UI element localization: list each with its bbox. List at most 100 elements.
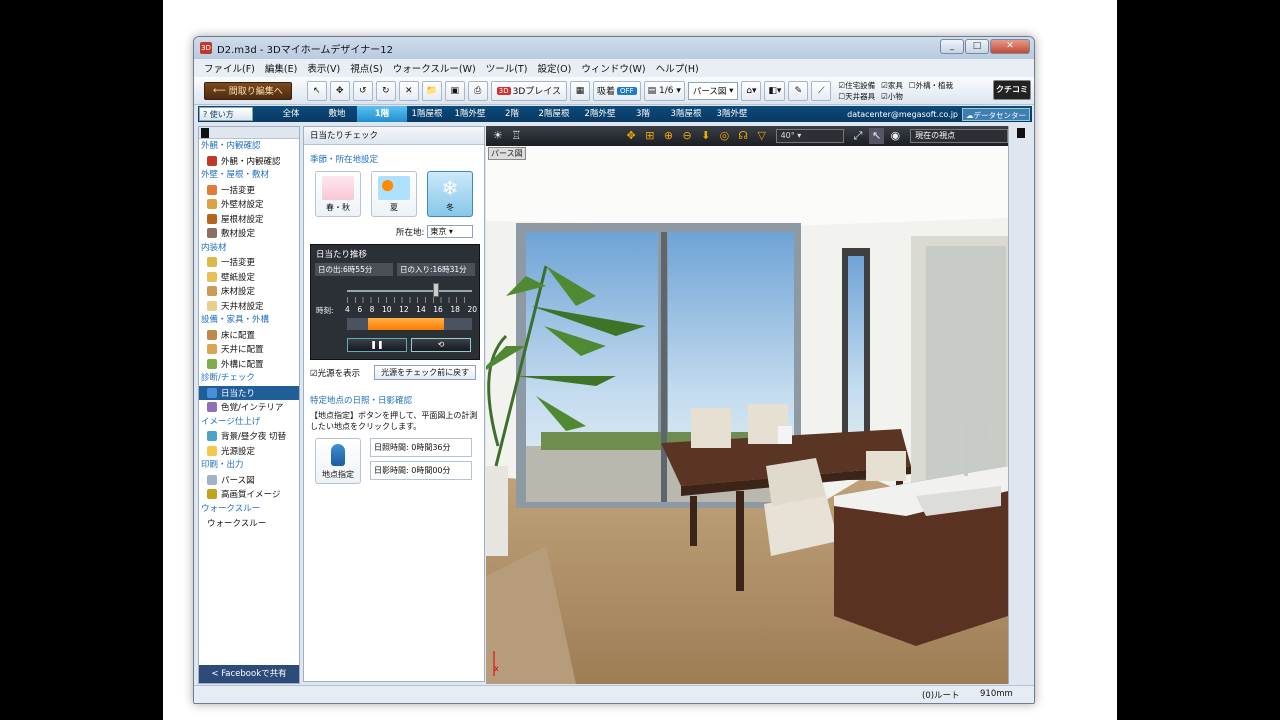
sidebar-item-interior-bulk[interactable]: 一括変更 bbox=[199, 255, 299, 270]
season-spring-autumn-button[interactable]: 春・秋 bbox=[315, 171, 361, 217]
view-mode-select[interactable]: パース図 ▾ bbox=[687, 81, 739, 100]
sidebar-item-hq-image[interactable]: 高画質イメージ bbox=[199, 487, 299, 502]
house-view-icon[interactable]: ⌂▾ bbox=[741, 80, 762, 101]
time-slider-handle[interactable] bbox=[433, 283, 439, 297]
menu-view[interactable]: 表示(V) bbox=[307, 61, 340, 75]
spotlight-icon[interactable]: ♖ bbox=[509, 128, 525, 144]
redo-icon[interactable]: ↻ bbox=[375, 80, 396, 101]
camera-view-icon[interactable]: ◧▾ bbox=[764, 80, 786, 101]
title-bar[interactable]: 3D D2.m3d - 3Dマイホームデザイナー12 _ □ ✕ bbox=[194, 37, 1034, 59]
walk-icon[interactable]: ⬇ bbox=[698, 128, 714, 144]
light-icon[interactable]: ☀ bbox=[490, 128, 506, 144]
datacenter-button[interactable]: ☁データセンター bbox=[962, 107, 1030, 121]
sidebar-item-floor-material[interactable]: 床材設定 bbox=[199, 284, 299, 299]
menu-tools[interactable]: ツール(T) bbox=[486, 61, 528, 75]
tab-1f-wall[interactable]: 1階外壁 bbox=[447, 106, 493, 122]
check-equipment[interactable]: ☑住宅設備 bbox=[838, 80, 875, 91]
tab-1f[interactable]: 1階 bbox=[357, 106, 407, 122]
facebook-share-button[interactable]: < Facebookで共有 bbox=[199, 665, 299, 683]
check-small-items[interactable]: ☑小物 bbox=[881, 91, 903, 102]
sidebar-item-roof-material[interactable]: 屋根材設定 bbox=[199, 212, 299, 227]
menu-viewpoint[interactable]: 視点(S) bbox=[350, 61, 382, 75]
sidebar-item-wallpaper[interactable]: 壁紙設定 bbox=[199, 270, 299, 285]
sidebar-item-ground-material[interactable]: 敷材設定 bbox=[199, 226, 299, 241]
check-ceiling[interactable]: ☐天井器具 bbox=[838, 91, 875, 102]
menu-file[interactable]: ファイル(F) bbox=[204, 61, 255, 75]
specify-point-button[interactable]: 地点指定 bbox=[315, 438, 361, 484]
menu-window[interactable]: ウィンドウ(W) bbox=[581, 61, 645, 75]
scale-select[interactable]: ▤ 1/6 ▾ bbox=[643, 80, 685, 101]
zoom-box-icon[interactable]: ⊞ bbox=[642, 128, 658, 144]
sidebar-item-light-source[interactable]: 光源設定 bbox=[199, 444, 299, 459]
location-select[interactable]: 東京 ▾ bbox=[427, 225, 474, 238]
camera-icon[interactable]: ◉ bbox=[887, 128, 903, 144]
maximize-button[interactable]: □ bbox=[965, 39, 989, 54]
howto-button[interactable]: ? 使い方 bbox=[199, 107, 253, 121]
fov-select[interactable]: 40° ▾ bbox=[775, 129, 845, 143]
menu-walkthrough[interactable]: ウォークスルー(W) bbox=[393, 61, 476, 75]
sidebar-item-place-exterior[interactable]: 外構に配置 bbox=[199, 357, 299, 372]
fit-icon[interactable]: ⤢ bbox=[850, 128, 866, 144]
sun-transition-box: 日当たり推移 日の出:6時55分 日の入り:16時31分 時刻: 4 6 8 1… bbox=[310, 244, 480, 360]
paint-icon[interactable]: ✎ bbox=[788, 80, 809, 101]
fov-icon[interactable]: ▽ bbox=[754, 128, 770, 144]
save-icon[interactable]: ▣ bbox=[444, 80, 465, 101]
print-icon[interactable]: ⎙ bbox=[467, 80, 488, 101]
sidebar-item-appearance-check[interactable]: 外観・内観確認 bbox=[199, 154, 299, 169]
kuchikomi-button[interactable]: クチコミ bbox=[993, 80, 1031, 100]
tab-site[interactable]: 敷地 bbox=[317, 106, 357, 122]
sidebar-item-wall-material[interactable]: 外壁材設定 bbox=[199, 197, 299, 212]
sidebar-item-exterior-bulk[interactable]: 一括変更 bbox=[199, 183, 299, 198]
select-tool-icon[interactable]: ↖ bbox=[306, 80, 327, 101]
tab-2f-roof[interactable]: 2階屋根 bbox=[531, 106, 577, 122]
zoom-out-icon[interactable]: ⊖ bbox=[679, 128, 695, 144]
sidebar-item-walkthrough[interactable]: ウォークスルー bbox=[199, 516, 299, 531]
grid-icon[interactable]: ▦ bbox=[570, 80, 591, 101]
close-button[interactable]: ✕ bbox=[990, 39, 1030, 54]
tab-3f[interactable]: 3階 bbox=[623, 106, 663, 122]
sidebar-item-place-ceiling[interactable]: 天井に配置 bbox=[199, 342, 299, 357]
show-light-checkbox[interactable]: ☑光源を表示 bbox=[310, 367, 360, 379]
orbit-icon[interactable]: ☊ bbox=[735, 128, 751, 144]
season-summer-button[interactable]: 夏 bbox=[371, 171, 417, 217]
sidebar-item-color-vision[interactable]: 色覚/インテリア bbox=[199, 400, 299, 415]
tab-2f[interactable]: 2階 bbox=[493, 106, 531, 122]
season-winter-button[interactable]: ❄ 冬 bbox=[427, 171, 473, 217]
tab-3f-roof[interactable]: 3階屋根 bbox=[663, 106, 709, 122]
sidebar-item-background[interactable]: 背景/昼夕夜 切替 bbox=[199, 429, 299, 444]
sidebar-item-sunlight[interactable]: 日当たり bbox=[199, 385, 299, 400]
loop-button[interactable]: ⟲ bbox=[411, 338, 471, 352]
snap-toggle[interactable]: 吸着 OFF bbox=[593, 80, 641, 101]
sidebar-item-place-floor[interactable]: 床に配置 bbox=[199, 328, 299, 343]
pointer-icon[interactable]: ↖ bbox=[868, 128, 885, 144]
undo-icon[interactable]: ↺ bbox=[352, 80, 373, 101]
pause-button[interactable]: ❚❚ bbox=[347, 338, 407, 352]
menu-help[interactable]: ヘルプ(H) bbox=[656, 61, 699, 75]
pan-tool-icon[interactable]: ✥ bbox=[329, 80, 350, 101]
reset-light-button[interactable]: 光源をチェック前に戻す bbox=[374, 365, 477, 380]
measure-icon[interactable]: ⟋ bbox=[811, 80, 832, 101]
move-icon[interactable]: ✥ bbox=[623, 128, 639, 144]
menu-edit[interactable]: 編集(E) bbox=[265, 61, 297, 75]
time-slider-track[interactable] bbox=[347, 290, 472, 292]
tab-3f-wall[interactable]: 3階外壁 bbox=[709, 106, 755, 122]
3d-viewport[interactable]: x パース図 bbox=[486, 146, 1008, 684]
3d-place-button[interactable]: 3D 3Dプレイス bbox=[490, 80, 568, 101]
minimize-button[interactable]: _ bbox=[940, 39, 964, 54]
menu-settings[interactable]: 設定(O) bbox=[537, 61, 571, 75]
back-to-floorplan-button[interactable]: ⟵ 間取り編集へ bbox=[204, 81, 292, 100]
check-furniture[interactable]: ☑家具 bbox=[881, 80, 903, 91]
zoom-in-icon[interactable]: ⊕ bbox=[661, 128, 677, 144]
sidebar-collapse-button[interactable] bbox=[199, 127, 299, 139]
right-panel-strip[interactable] bbox=[1008, 126, 1032, 684]
delete-icon[interactable]: ✕ bbox=[398, 80, 419, 101]
open-folder-icon[interactable]: 📁 bbox=[421, 80, 442, 101]
sidebar-item-perspective[interactable]: パース図 bbox=[199, 473, 299, 488]
tab-1f-roof[interactable]: 1階屋根 bbox=[407, 106, 447, 122]
tab-2f-wall[interactable]: 2階外壁 bbox=[577, 106, 623, 122]
viewpoint-select[interactable]: 現在の視点 bbox=[910, 129, 1009, 143]
tab-all[interactable]: 全体 bbox=[265, 106, 317, 122]
check-exterior[interactable]: ☐外構・植栽 bbox=[909, 80, 953, 91]
sidebar-item-ceiling-material[interactable]: 天井材設定 bbox=[199, 299, 299, 314]
rotate-icon[interactable]: ◎ bbox=[717, 128, 733, 144]
